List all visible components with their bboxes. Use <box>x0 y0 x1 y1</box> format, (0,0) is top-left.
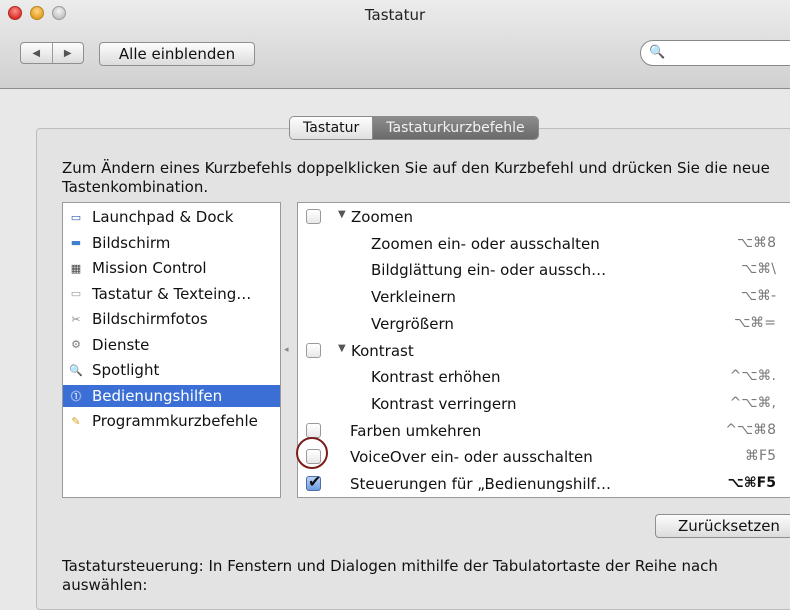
sidebar-item-display[interactable]: ▬ Bildschirm <box>63 232 280 254</box>
sidebar-item-app-shortcuts[interactable]: ✎ Programmkurzbefehle <box>63 410 280 432</box>
shortcut-label: Verkleinern <box>371 288 456 307</box>
keyboard-control-text: Tastatursteuerung: In Fenstern und Dialo… <box>62 557 718 594</box>
sidebar-item-label: Bedienungshilfen <box>92 386 223 405</box>
sidebar-item-label: Bildschirm <box>92 233 171 252</box>
sidebar-item-label: Bildschirmfotos <box>92 310 208 328</box>
shortcut-label: Zoomen <box>351 208 413 226</box>
shortcut-label: Kontrast erhöhen <box>371 368 501 387</box>
reset-button[interactable]: Zurücksetzen <box>655 514 790 538</box>
shortcut-checkbox[interactable] <box>306 342 321 358</box>
highlight-circle <box>296 437 328 469</box>
disclosure-triangle-icon[interactable]: ▼ <box>338 343 346 354</box>
search-icon: 🔍 <box>649 45 666 60</box>
display-icon: ▬ <box>70 236 82 249</box>
shortcut-key: ⌥⌘F5 <box>727 475 776 491</box>
tab-tastaturkurzbefehle[interactable]: Tastaturkurzbefehle <box>373 117 538 139</box>
sidebar-item-dock[interactable]: ▭ Launchpad & Dock <box>63 206 280 228</box>
sidebar-item-screenshot[interactable]: ✂ Bildschirmfotos <box>63 308 280 330</box>
mission-control-icon: ▦ <box>70 261 82 275</box>
shortcut-key: ^⌥⌘8 <box>725 421 776 438</box>
shortcut-list[interactable]: ▼ Zoomen Zoomen ein- oder ausschalten ⌥⌘8 Bi… <box>297 202 790 498</box>
gear-icon: ⚙ <box>71 338 81 351</box>
title-bar: Tastatur ◀ ▶ Alle einblenden 🔍 <box>0 0 790 89</box>
dock-icon: ▭ <box>70 210 82 224</box>
checkmark-icon: ✔ <box>308 472 322 491</box>
shortcut-row[interactable]: Bildglättung ein- oder aussch… ⌥⌘\ <box>298 257 790 284</box>
accessibility-icon: ⓵ <box>70 389 82 403</box>
shortcut-checkbox[interactable] <box>306 422 321 438</box>
shortcut-row[interactable]: Kontrast verringern ^⌥⌘, <box>298 391 790 418</box>
shortcut-label: Steuerungen für „Bedienungshilf… <box>350 475 611 493</box>
sidebar-item-keyboard[interactable]: ▭ Tastatur & Texteing… <box>63 283 280 305</box>
shortcut-key: ⌥⌘= <box>734 314 776 331</box>
shortcut-key: ^⌥⌘, <box>729 394 776 411</box>
tab-tastatur[interactable]: Tastatur <box>290 117 374 139</box>
shortcut-label: Vergrößern <box>371 314 454 333</box>
shortcut-label: Kontrast verringern <box>371 394 517 413</box>
instructions-text: Zum Ändern eines Kurzbefehls doppelklick… <box>62 159 770 196</box>
shortcut-row[interactable]: Verkleinern ⌥⌘- <box>298 284 790 311</box>
sidebar-item-label: Mission Control <box>92 259 207 277</box>
splitter-handle-icon[interactable]: ◂ <box>284 345 289 355</box>
keyboard-icon: ▭ <box>70 287 82 300</box>
category-list[interactable]: ▭ Launchpad & Dock ▬ Bildschirm ▦ Mission Con… <box>62 202 281 498</box>
shortcut-label: Bildglättung ein- oder aussch… <box>371 261 607 280</box>
shortcut-key: ⌥⌘8 <box>736 234 776 251</box>
shortcut-row[interactable]: Farben umkehren ^⌥⌘8 <box>298 418 790 445</box>
shortcut-row[interactable]: ▼ Kontrast <box>298 338 790 365</box>
screenshot-icon: ✂ <box>71 312 81 326</box>
shortcut-row[interactable]: Vergrößern ⌥⌘= <box>298 311 790 338</box>
shortcut-checkbox[interactable] <box>306 209 321 224</box>
window-title: Tastatur <box>364 6 426 24</box>
shortcut-label: Farben umkehren <box>350 421 482 440</box>
shortcut-checkbox[interactable]: ✔ <box>306 472 321 491</box>
show-all-button[interactable]: Alle einblenden <box>99 42 255 66</box>
app-shortcuts-icon: ✎ <box>71 414 81 428</box>
forward-arrow-icon[interactable]: ▶ <box>53 43 84 63</box>
sidebar-item-label: Launchpad & Dock <box>92 208 234 226</box>
shortcut-label: Zoomen ein- oder ausschalten <box>371 234 600 253</box>
sidebar-item-spotlight[interactable]: 🔍 Spotlight <box>63 359 280 381</box>
shortcut-row[interactable]: Zoomen ein- oder ausschalten ⌥⌘8 <box>298 231 790 258</box>
shortcut-key: ⌥⌘\ <box>741 261 776 278</box>
back-arrow-icon[interactable]: ◀ <box>21 43 53 63</box>
shortcut-key: ^⌥⌘. <box>729 368 776 385</box>
tab-bar: Tastatur Tastaturkurzbefehle <box>289 116 539 140</box>
shortcut-key: ⌥⌘- <box>740 288 776 305</box>
shortcut-row[interactable]: VoiceOver ein- oder ausschalten ⌘F5 <box>298 444 790 471</box>
sidebar-item-mission-control[interactable]: ▦ Mission Control <box>63 257 280 279</box>
shortcut-key: ⌘F5 <box>745 448 776 465</box>
shortcut-label: VoiceOver ein- oder ausschalten <box>350 448 593 467</box>
sidebar-item-label: Dienste <box>92 335 150 354</box>
shortcut-row[interactable]: Kontrast erhöhen ^⌥⌘. <box>298 364 790 391</box>
disclosure-triangle-icon[interactable]: ▼ <box>338 209 346 220</box>
sidebar-item-label: Spotlight <box>92 361 160 379</box>
shortcut-row[interactable]: ▼ Zoomen <box>298 204 790 231</box>
sidebar-item-accessibility[interactable]: ⓵ Bedienungshilfen <box>63 384 280 407</box>
sidebar-item-gear[interactable]: ⚙ Dienste <box>63 334 280 356</box>
shortcut-row[interactable]: ✔ Steuerungen für „Bedienungshilf… ⌥⌘F5 <box>298 471 790 498</box>
back-forward-control: ◀ ▶ <box>20 42 84 64</box>
spotlight-icon: 🔍 <box>69 363 83 377</box>
shortcut-label: Kontrast <box>351 341 414 360</box>
sidebar-item-label: Programmkurzbefehle <box>92 412 258 430</box>
search-field[interactable]: 🔍 <box>640 40 790 66</box>
sidebar-item-label: Tastatur & Texteing… <box>92 284 252 303</box>
